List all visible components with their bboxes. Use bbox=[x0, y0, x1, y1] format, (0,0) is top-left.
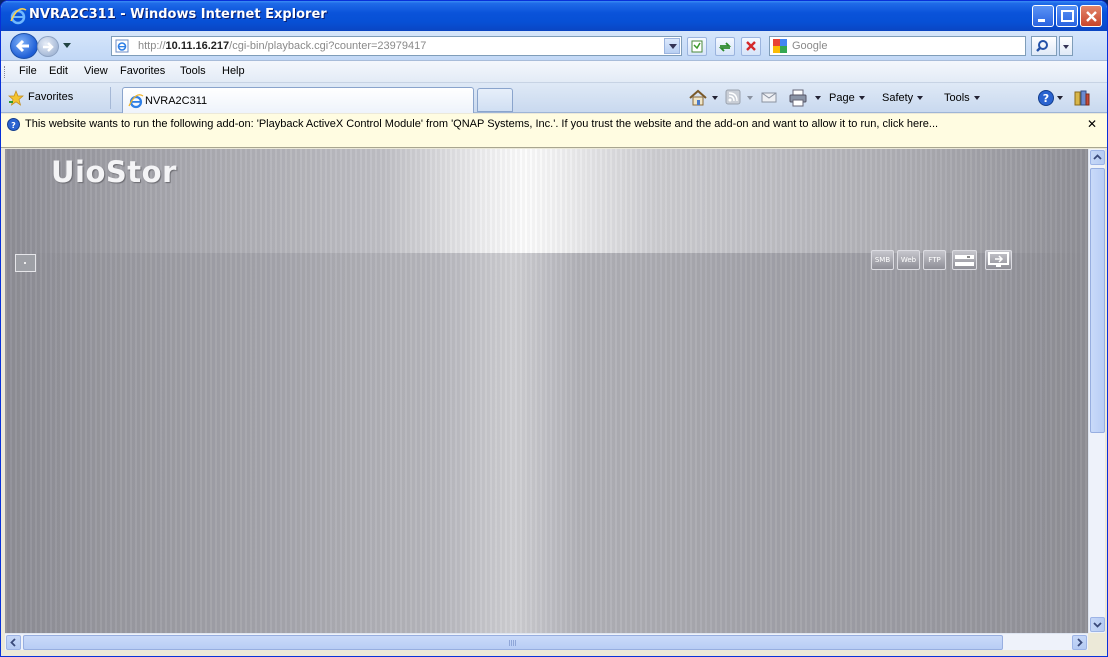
menu-favorites[interactable]: Favorites bbox=[120, 65, 165, 77]
home-dropdown[interactable] bbox=[708, 92, 718, 104]
read-mail-icon[interactable] bbox=[761, 89, 777, 105]
back-arrow-icon bbox=[15, 39, 29, 53]
address-toolbar: http://10.11.16.217/cgi-bin/playback.cgi… bbox=[1, 31, 1107, 61]
search-options-dropdown-icon[interactable] bbox=[1059, 36, 1073, 56]
safety-menu[interactable]: Safety bbox=[882, 92, 924, 104]
monitor-glyph bbox=[988, 252, 1009, 267]
web-icon[interactable]: Web bbox=[897, 250, 920, 270]
page-menu-label: Page bbox=[829, 92, 855, 104]
search-placeholder: Google bbox=[792, 40, 828, 52]
ie-logo-icon bbox=[10, 8, 27, 25]
print-icon[interactable] bbox=[788, 89, 808, 107]
favorites-star-icon bbox=[8, 90, 24, 106]
page-content: UioStor SMB Web FTP bbox=[5, 149, 1088, 633]
menu-edit[interactable]: Edit bbox=[49, 65, 68, 77]
minimize-button[interactable] bbox=[1032, 5, 1054, 27]
chevron-right-icon bbox=[1077, 638, 1083, 647]
stop-button[interactable] bbox=[741, 37, 761, 56]
tab-label: NVRA2C311 bbox=[145, 95, 208, 107]
stop-icon bbox=[746, 41, 756, 51]
menu-bar: File Edit View Favorites Tools Help bbox=[1, 61, 1107, 83]
horizontal-scrollbar[interactable] bbox=[5, 633, 1088, 650]
menu-tools[interactable]: Tools bbox=[180, 65, 206, 77]
smb-icon[interactable]: SMB bbox=[871, 250, 894, 270]
menu-view[interactable]: View bbox=[84, 65, 108, 77]
refresh-button[interactable] bbox=[715, 37, 735, 56]
maximize-icon bbox=[1061, 10, 1074, 22]
info-shield-icon: ? bbox=[7, 118, 20, 131]
new-tab-button[interactable] bbox=[477, 88, 513, 112]
chevron-up-icon bbox=[1093, 154, 1102, 160]
horizontal-scroll-thumb[interactable] bbox=[23, 635, 1003, 650]
tab-bar: Favorites NVRA2C311 Page Safety Tools ? bbox=[1, 83, 1107, 113]
tools-menu[interactable]: Tools bbox=[944, 92, 980, 104]
compatibility-view-button[interactable] bbox=[687, 37, 707, 56]
search-icon bbox=[1036, 40, 1048, 52]
toolbar-grip[interactable] bbox=[4, 66, 6, 78]
vertical-scrollbar[interactable] bbox=[1088, 149, 1105, 633]
title-bar[interactable]: NVRA2C311 - Windows Internet Explorer bbox=[1, 1, 1107, 31]
page-menu[interactable]: Page bbox=[829, 92, 865, 104]
scroll-left-button[interactable] bbox=[6, 635, 21, 650]
window-bottom-edge bbox=[1, 650, 1107, 656]
scroll-right-button[interactable] bbox=[1072, 635, 1087, 650]
google-logo-icon bbox=[773, 39, 787, 53]
forward-arrow-icon bbox=[43, 42, 54, 52]
menu-help[interactable]: Help bbox=[222, 65, 245, 77]
back-button[interactable] bbox=[10, 33, 38, 59]
network-settings-icon[interactable] bbox=[952, 250, 977, 270]
window-title: NVRA2C311 - Windows Internet Explorer bbox=[29, 7, 327, 22]
svg-text:?: ? bbox=[1043, 92, 1049, 105]
svg-text:?: ? bbox=[11, 121, 16, 130]
compatibility-view-icon bbox=[691, 40, 703, 53]
favorites-button[interactable]: Favorites bbox=[28, 91, 73, 103]
maximize-button[interactable] bbox=[1056, 5, 1078, 27]
ie-window: NVRA2C311 - Windows Internet Explorer ht… bbox=[0, 0, 1108, 657]
refresh-icon bbox=[718, 42, 732, 52]
activex-placeholder[interactable] bbox=[15, 254, 36, 272]
network-settings-glyph bbox=[955, 255, 974, 266]
ie-page-icon bbox=[128, 94, 144, 109]
menu-file[interactable]: File bbox=[19, 65, 37, 77]
address-dropdown-icon[interactable] bbox=[664, 38, 680, 54]
research-icon[interactable] bbox=[1073, 89, 1091, 107]
scroll-up-button[interactable] bbox=[1090, 150, 1105, 165]
feeds-icon[interactable] bbox=[725, 89, 741, 105]
infobar-close-icon[interactable]: ✕ bbox=[1087, 117, 1097, 131]
scroll-grip bbox=[509, 640, 517, 646]
forward-button[interactable] bbox=[37, 36, 59, 57]
background-texture bbox=[5, 149, 1088, 633]
ftp-icon[interactable]: FTP bbox=[923, 250, 946, 270]
chevron-down-icon bbox=[1093, 622, 1102, 628]
close-icon bbox=[1086, 11, 1097, 22]
vertical-scroll-thumb[interactable] bbox=[1090, 168, 1105, 433]
page-icon bbox=[115, 39, 129, 53]
search-input[interactable]: Google bbox=[769, 36, 1026, 56]
history-dropdown-icon[interactable] bbox=[63, 43, 71, 48]
toolbar-separator bbox=[110, 87, 111, 109]
address-url: http://10.11.16.217/cgi-bin/playback.cgi… bbox=[138, 40, 427, 52]
brand-logo: UioStor bbox=[51, 155, 177, 189]
information-bar[interactable]: ? This website wants to run the followin… bbox=[1, 114, 1107, 148]
safety-menu-label: Safety bbox=[882, 92, 914, 104]
infobar-message: This website wants to run the following … bbox=[25, 118, 939, 130]
scrollbar-corner bbox=[1088, 633, 1105, 650]
monitor-icon[interactable] bbox=[985, 250, 1012, 270]
help-dropdown[interactable] bbox=[1053, 92, 1063, 104]
home-icon[interactable] bbox=[687, 89, 709, 107]
print-dropdown[interactable] bbox=[811, 92, 821, 104]
minimize-icon bbox=[1038, 19, 1045, 22]
search-button[interactable] bbox=[1031, 36, 1057, 56]
chevron-left-icon bbox=[10, 638, 16, 647]
scroll-down-button[interactable] bbox=[1090, 617, 1105, 632]
tools-menu-label: Tools bbox=[944, 92, 970, 104]
tab-nvra2c311[interactable]: NVRA2C311 bbox=[122, 87, 474, 113]
feeds-dropdown[interactable] bbox=[743, 92, 753, 104]
address-field[interactable]: http://10.11.16.217/cgi-bin/playback.cgi… bbox=[111, 36, 682, 56]
close-button[interactable] bbox=[1080, 5, 1102, 27]
